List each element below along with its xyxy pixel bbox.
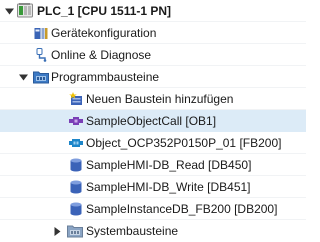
tree-item-label: SampleObjectCall [OB1] (86, 114, 217, 128)
tree-item-plc-1[interactable]: PLC_1 [CPU 1511-1 PN] (0, 0, 306, 22)
online-diagnostics-icon (36, 48, 47, 62)
program-blocks-folder-icon (33, 71, 49, 84)
tree-item-label: Systembausteine (86, 224, 179, 238)
tree-item-hmi-db-write[interactable]: SampleHMI-DB_Write [DB451] (0, 176, 306, 198)
expanded-arrow-icon[interactable] (19, 73, 28, 82)
tree-item-hmi-db-read[interactable]: SampleHMI-DB_Read [DB450] (0, 154, 306, 176)
tree-item-label: SampleHMI-DB_Read [DB450] (86, 158, 252, 172)
tree-item-label: Programmbausteine (51, 70, 160, 84)
organization-block-icon (69, 117, 83, 125)
project-tree: PLC_1 [CPU 1511-1 PN] Gerätekonfiguratio… (0, 0, 306, 241)
tree-item-program-blocks[interactable]: Programmbausteine (0, 66, 306, 88)
tree-item-function-block-fb200[interactable]: Object_OCP352P0150P_01 [FB200] (0, 132, 306, 154)
system-blocks-folder-icon (67, 225, 83, 238)
plc-device-icon (17, 3, 33, 18)
data-block-icon (70, 180, 82, 194)
function-block-icon (69, 139, 83, 147)
tree-item-online-diagnostics[interactable]: Online & Diagnose (0, 44, 306, 66)
tree-item-instance-db-fb200[interactable]: SampleInstanceDB_FB200 [DB200] (0, 198, 306, 220)
tree-item-label: PLC_1 [CPU 1511-1 PN] (37, 4, 172, 18)
device-configuration-icon (34, 28, 48, 39)
tree-item-label: Online & Diagnose (51, 48, 152, 62)
expanded-arrow-icon[interactable] (5, 7, 14, 16)
data-block-icon (70, 158, 82, 172)
tree-item-label: SampleInstanceDB_FB200 [DB200] (86, 202, 278, 216)
tree-item-label: Object_OCP352P0150P_01 [FB200] (86, 136, 282, 150)
tree-item-sample-object-call[interactable]: SampleObjectCall [OB1] (0, 110, 306, 132)
tree-item-label: Neuen Baustein hinzufügen (86, 92, 234, 106)
add-new-block-icon (69, 92, 82, 105)
tree-item-label: Gerätekonfiguration (51, 26, 157, 40)
tree-item-add-new-block[interactable]: Neuen Baustein hinzufügen (0, 88, 306, 110)
collapsed-arrow-icon[interactable] (53, 227, 62, 236)
tree-item-device-configuration[interactable]: Gerätekonfiguration (0, 22, 306, 44)
tree-item-system-blocks[interactable]: Systembausteine (0, 220, 306, 242)
data-block-icon (70, 202, 82, 216)
tree-item-label: SampleHMI-DB_Write [DB451] (86, 180, 251, 194)
